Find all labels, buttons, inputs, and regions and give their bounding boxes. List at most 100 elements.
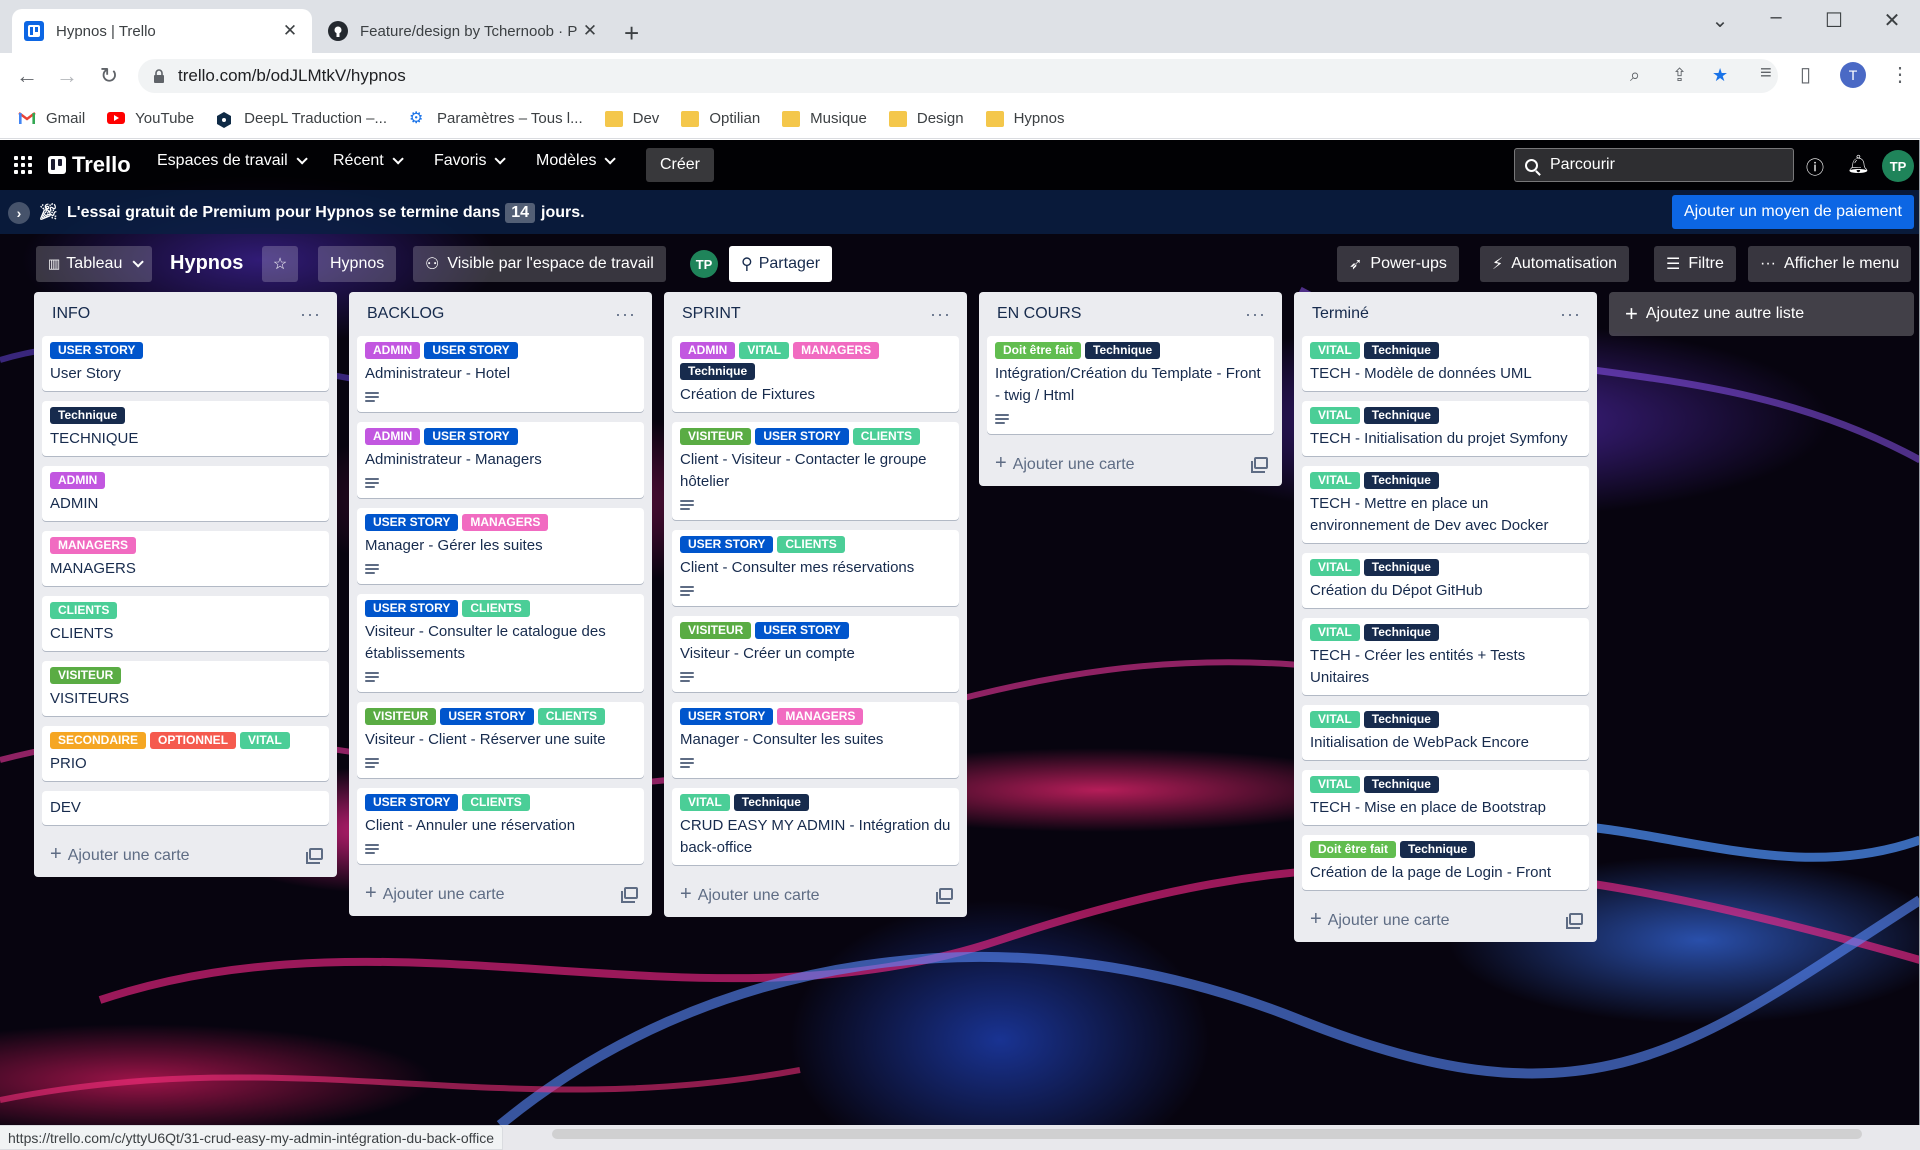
close-tab-icon[interactable]: ✕ — [280, 21, 300, 41]
card-label[interactable]: Technique — [680, 363, 756, 380]
browser-tab-inactive[interactable]: Feature/design by Tchernoob · P ✕ — [316, 9, 612, 53]
card[interactable]: VITAL Technique TECH - Initialisation du p… — [1302, 401, 1589, 456]
automation-button[interactable]: ⚡︎ Automatisation — [1480, 246, 1630, 282]
bookmark-star-icon[interactable]: ★ — [1712, 65, 1728, 86]
card-label[interactable]: OPTIONNEL — [150, 732, 237, 749]
card-template-icon[interactable] — [936, 888, 953, 904]
add-payment-button[interactable]: Ajouter un moyen de paiement — [1672, 195, 1914, 229]
card-label[interactable]: VITAL — [1310, 776, 1360, 793]
card-label[interactable]: VISITEUR — [365, 708, 437, 725]
card[interactable]: MANAGERS MANAGERS — [42, 531, 329, 586]
card-template-icon[interactable] — [621, 887, 638, 903]
side-panel-icon[interactable]: ▯ — [1800, 62, 1811, 87]
menu-starred[interactable]: Favoris — [434, 152, 507, 170]
list-menu-icon[interactable]: ··· — [300, 304, 321, 325]
new-tab-icon[interactable]: + — [624, 18, 639, 49]
card[interactable]: VITAL Technique TECH - Créer les entités +… — [1302, 618, 1589, 695]
user-avatar[interactable]: TP — [1882, 150, 1914, 182]
card[interactable]: USER STORY CLIENTS Client - Annuler une ré… — [357, 788, 644, 864]
card-label[interactable]: USER STORY — [365, 514, 459, 531]
create-button[interactable]: Créer — [646, 148, 715, 182]
workspace-button[interactable]: Hypnos — [318, 246, 397, 282]
card-label[interactable]: MANAGERS — [50, 537, 137, 554]
card-label[interactable]: VISITEUR — [50, 667, 122, 684]
card-label[interactable]: USER STORY — [50, 342, 144, 359]
reload-icon[interactable]: ↻ — [94, 63, 124, 89]
card[interactable]: Technique TECHNIQUE — [42, 401, 329, 456]
info-icon[interactable]: ⓘ — [1806, 154, 1824, 180]
card-label[interactable]: MANAGERS — [777, 708, 864, 725]
star-board-button[interactable]: ☆ — [262, 246, 298, 282]
card-label[interactable]: MANAGERS — [462, 514, 549, 531]
card-label[interactable]: USER STORY — [365, 600, 459, 617]
bookmark-folder-design[interactable]: Design — [888, 110, 964, 127]
card-label[interactable]: Technique — [1363, 624, 1439, 641]
zoom-icon[interactable]: ⌕ — [1630, 65, 1640, 86]
card[interactable]: VISITEUR USER STORY CLIENTS Client - Visite… — [672, 422, 959, 520]
add-card-button[interactable]: + Ajouter une carte — [1302, 900, 1589, 934]
add-card-button[interactable]: + Ajouter une carte — [672, 875, 959, 909]
list-menu-icon[interactable]: ··· — [1560, 304, 1581, 325]
menu-recent[interactable]: Récent — [333, 152, 404, 170]
list-title[interactable]: BACKLOG — [367, 305, 444, 323]
card[interactable]: VISITEUR USER STORY CLIENTS Visiteur - Clie… — [357, 702, 644, 778]
card-label[interactable]: SECONDAIRE — [50, 732, 147, 749]
add-card-button[interactable]: + Ajouter une carte — [987, 444, 1274, 478]
bookmark-folder-dev[interactable]: Dev — [604, 110, 659, 127]
card[interactable]: VITAL Technique TECH - Modèle de données U… — [1302, 336, 1589, 391]
card-label[interactable]: VITAL — [1310, 342, 1360, 359]
card-label[interactable]: CLIENTS — [777, 536, 845, 553]
bookmark-folder-musique[interactable]: Musique — [782, 110, 867, 127]
bookmark-folder-optilian[interactable]: Optilian — [681, 110, 760, 127]
card-label[interactable]: USER STORY — [680, 708, 774, 725]
card-label[interactable]: VISITEUR — [680, 622, 752, 639]
list-column[interactable]: SPRINT ··· ADMIN VITAL MANAGERS Technique Créa… — [664, 292, 967, 917]
card-label[interactable]: CLIENTS — [50, 602, 118, 619]
back-arrow-icon[interactable]: ← — [12, 63, 42, 89]
list-column[interactable]: BACKLOG ··· ADMIN USER STORY Administrateur … — [349, 292, 652, 916]
add-list-button[interactable]: + Ajoutez une autre liste — [1609, 292, 1914, 336]
card-label[interactable]: USER STORY — [755, 428, 849, 445]
card-template-icon[interactable] — [1566, 913, 1583, 929]
card-label[interactable]: CLIENTS — [462, 794, 530, 811]
card[interactable]: ADMIN USER STORY Administrateur - Managers — [357, 422, 644, 498]
card-label[interactable]: USER STORY — [755, 622, 849, 639]
card-label[interactable]: Technique — [733, 794, 809, 811]
browser-tab-active[interactable]: Hypnos | Trello ✕ — [12, 9, 312, 53]
card-label[interactable]: Doit être fait — [1310, 841, 1397, 858]
share-button[interactable]: ⚲ Partager — [729, 246, 833, 282]
card-label[interactable]: VITAL — [680, 794, 730, 811]
card-label[interactable]: VITAL — [739, 342, 790, 359]
board-member-avatar[interactable]: TP — [690, 250, 718, 278]
card-label[interactable]: USER STORY — [680, 536, 774, 553]
card-label[interactable]: CLIENTS — [462, 600, 530, 617]
bookmark-youtube[interactable]: YouTube — [107, 110, 194, 127]
horizontal-scrollbar[interactable] — [552, 1129, 1862, 1139]
powerups-button[interactable]: ➶ Power-ups — [1337, 246, 1459, 282]
card[interactable]: SECONDAIRE OPTIONNEL VITAL PRIO — [42, 726, 329, 781]
show-menu-button[interactable]: ··· Afficher le menu — [1748, 246, 1912, 282]
card-label[interactable]: Technique — [1363, 559, 1439, 576]
card-label[interactable]: Technique — [50, 407, 126, 424]
list-column[interactable]: Terminé ··· VITAL Technique TECH - Modèle de… — [1294, 292, 1597, 942]
card-label[interactable]: Technique — [1363, 407, 1439, 424]
card-label[interactable]: Doit être fait — [995, 342, 1082, 359]
bookmark-gmail[interactable]: Gmail — [18, 110, 85, 127]
card-template-icon[interactable] — [1251, 457, 1268, 473]
notifications-bell-icon[interactable]: 🔔︎ — [1847, 154, 1870, 175]
card-label[interactable]: Technique — [1400, 841, 1476, 858]
card[interactable]: Doit être fait Technique Création de la pa… — [1302, 835, 1589, 890]
menu-templates[interactable]: Modèles — [536, 152, 617, 170]
card-label[interactable]: Technique — [1363, 342, 1439, 359]
url-omnibox[interactable]: trello.com/b/odJLMtkV/hypnos — [138, 59, 1778, 93]
card-label[interactable]: VITAL — [1310, 472, 1360, 489]
maximize-icon[interactable]: ☐ — [1814, 8, 1854, 33]
bookmark-settings[interactable]: ⚙ Paramètres – Tous l... — [409, 110, 583, 127]
card[interactable]: USER STORY CLIENTS Client - Consulter mes … — [672, 530, 959, 606]
card-label[interactable]: Technique — [1085, 342, 1161, 359]
browser-profile-avatar[interactable]: T — [1840, 62, 1866, 88]
card-template-icon[interactable] — [306, 848, 323, 864]
menu-workspaces[interactable]: Espaces de travail — [157, 152, 308, 170]
card[interactable]: USER STORY CLIENTS Visiteur - Consulter le… — [357, 594, 644, 692]
forward-arrow-icon[interactable]: → — [52, 63, 82, 89]
